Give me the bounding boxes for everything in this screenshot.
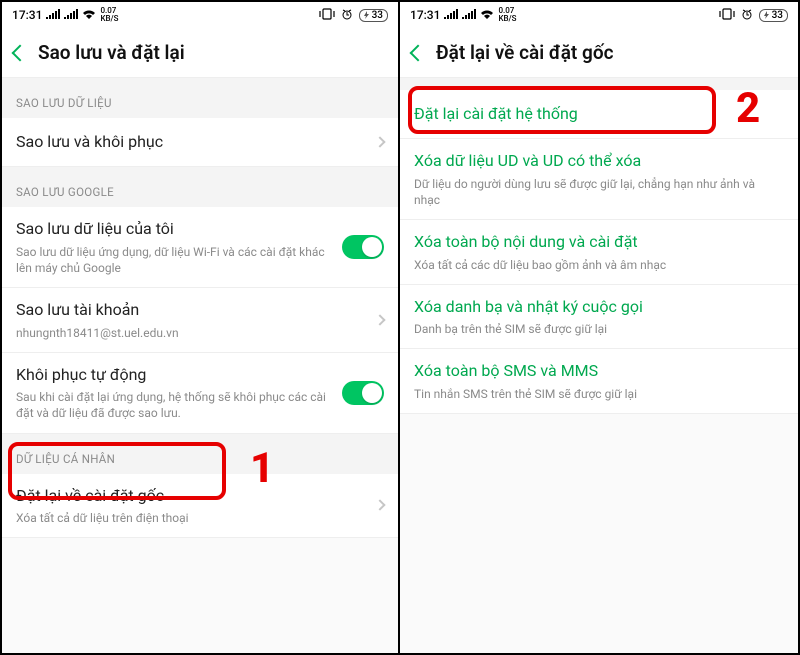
status-time: 17:31 (12, 8, 42, 22)
status-bar: 17:31 0.07KB/S (400, 2, 798, 28)
wifi-icon (82, 8, 96, 22)
battery-indicator: 33 (759, 9, 788, 22)
toggle-auto-restore[interactable] (342, 381, 384, 405)
battery-indicator: 33 (359, 9, 388, 22)
row-subtitle: Xóa tất cả dữ liệu trên điện thoại (16, 510, 364, 526)
chevron-right-icon (374, 314, 385, 325)
row-backup-my-data[interactable]: Sao lưu dữ liệu của tôi Sao lưu dữ liệu … (2, 207, 398, 288)
section-header-google-backup: SAO LƯU GOOGLE (2, 167, 398, 207)
row-reset-system-settings[interactable]: Đặt lại cài đặt hệ thống (400, 90, 798, 139)
signal-icon (444, 8, 458, 22)
row-title: Sao lưu dữ liệu của tôi (16, 218, 330, 240)
net-speed: 0.07KB/S (498, 7, 516, 23)
chevron-right-icon (374, 137, 385, 148)
header: Đặt lại về cài đặt gốc (400, 28, 798, 78)
phone-right: 17:31 0.07KB/S (400, 2, 798, 653)
row-subtitle: Tin nhắn SMS trên thẻ SIM sẽ được giữ lạ… (414, 386, 772, 402)
alarm-icon (741, 8, 753, 23)
toggle-backup-my-data[interactable] (342, 235, 384, 259)
net-speed: 0.07KB/S (100, 7, 118, 23)
vibrate-icon (319, 8, 335, 23)
row-erase-apps-data[interactable]: Xóa dữ liệu UD và UD có thể xóa Dữ liệu … (400, 139, 798, 220)
back-icon[interactable] (410, 44, 427, 61)
row-subtitle: Sau khi cài đặt lại ứng dụng, hệ thống s… (16, 389, 330, 421)
row-backup-restore[interactable]: Sao lưu và khôi phục (2, 118, 398, 167)
section-header-backup-data: SAO LƯU DỮ LIỆU (2, 78, 398, 118)
row-erase-all-content[interactable]: Xóa toàn bộ nội dung và cài đặt Xóa tất … (400, 220, 798, 285)
back-icon[interactable] (12, 44, 29, 61)
section-header-personal-data: DỮ LIỆU CÁ NHÂN (2, 434, 398, 474)
row-title: Sao lưu tài khoản (16, 299, 364, 321)
phone-left: 17:31 0.07KB/S (2, 2, 400, 653)
row-auto-restore[interactable]: Khôi phục tự động Sau khi cài đặt lại ứn… (2, 353, 398, 434)
row-subtitle: Sao lưu dữ liệu ứng dụng, dữ liệu Wi-Fi … (16, 244, 330, 276)
row-title: Xóa danh bạ và nhật ký cuộc gọi (414, 296, 772, 318)
alarm-icon (341, 8, 353, 23)
row-title: Xóa toàn bộ SMS và MMS (414, 360, 772, 382)
row-title: Xóa toàn bộ nội dung và cài đặt (414, 231, 772, 253)
status-bar: 17:31 0.07KB/S (2, 2, 398, 28)
row-title: Xóa dữ liệu UD và UD có thể xóa (414, 150, 772, 172)
row-title: Khôi phục tự động (16, 364, 330, 386)
vibrate-icon (719, 8, 735, 23)
page-title: Sao lưu và đặt lại (38, 41, 185, 64)
row-erase-contacts[interactable]: Xóa danh bạ và nhật ký cuộc gọi Danh bạ … (400, 285, 798, 350)
row-title: Đặt lại về cài đặt gốc (16, 485, 364, 507)
row-subtitle: nhungnth18411@st.uel.edu.vn (16, 325, 364, 341)
signal-icon (46, 8, 60, 22)
row-subtitle: Danh bạ trên thẻ SIM sẽ được giữ lại (414, 321, 772, 337)
row-factory-reset[interactable]: Đặt lại về cài đặt gốc Xóa tất cả dữ liệ… (2, 474, 398, 539)
row-backup-account[interactable]: Sao lưu tài khoản nhungnth18411@st.uel.e… (2, 288, 398, 353)
signal-icon (64, 8, 78, 22)
row-title: Sao lưu và khôi phục (16, 131, 364, 153)
status-time: 17:31 (410, 8, 440, 22)
signal-icon (462, 8, 476, 22)
row-subtitle: Xóa tất cả các dữ liệu bao gồm ảnh và âm… (414, 257, 772, 273)
page-title: Đặt lại về cài đặt gốc (436, 41, 614, 64)
wifi-icon (480, 8, 494, 22)
header: Sao lưu và đặt lại (2, 28, 398, 78)
row-subtitle: Dữ liệu do người dùng lưu sẽ được giữ lạ… (414, 176, 772, 208)
row-erase-sms[interactable]: Xóa toàn bộ SMS và MMS Tin nhắn SMS trên… (400, 349, 798, 414)
chevron-right-icon (374, 500, 385, 511)
row-title: Đặt lại cài đặt hệ thống (414, 103, 772, 125)
